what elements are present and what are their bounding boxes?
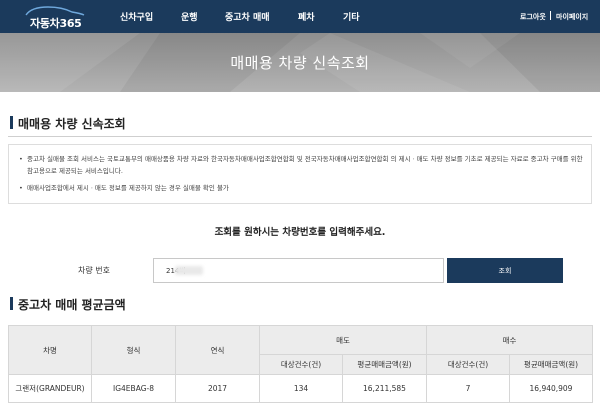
banner-title: 매매용 차량 신속조회 <box>230 54 370 72</box>
cell-year: 2017 <box>175 374 260 403</box>
header-buy: 매수 <box>426 325 593 355</box>
cell-sell-count: 134 <box>259 374 343 403</box>
search-prompt: 조회를 원하시는 차량번호를 입력해주세요. <box>214 227 386 238</box>
logout-link[interactable]: 로그아웃 <box>520 12 546 22</box>
menu-etc[interactable]: 기타 <box>343 10 360 23</box>
bullet-icon: • <box>19 184 23 192</box>
menu-new-car[interactable]: 신차구입 <box>120 10 153 23</box>
cell-buy-count: 7 <box>426 374 510 403</box>
section-title-inquiry: 매매용 차량 신속조회 <box>18 117 126 131</box>
cell-model: 그랜저(GRANDEUR) <box>8 374 92 403</box>
mypage-link[interactable]: 마이페이지 <box>556 12 588 22</box>
notice-item: • 중고차 실매물 조회 서비스는 국토교통부의 매매상품용 차량 자료와 한국… <box>19 155 583 175</box>
plate-number-label: 차량 번호 <box>78 266 110 275</box>
site-logo[interactable]: 자동차365 <box>14 4 96 30</box>
section-divider <box>8 136 592 137</box>
menu-operation[interactable]: 운행 <box>181 10 198 23</box>
header-sell-count: 대상건수(건) <box>259 354 343 375</box>
header-type: 형식 <box>91 325 176 375</box>
logo-text: 자동차365 <box>30 17 82 30</box>
header-year: 연식 <box>175 325 260 375</box>
notice-item: • 매매사업조합에서 제시ㆍ매도 정보를 제공하지 않는 경우 실매물 확인 불… <box>19 184 229 192</box>
search-button[interactable]: 조회 <box>447 258 563 283</box>
notice-box: • 중고차 실매물 조회 서비스는 국토교통부의 매매상품용 차량 자료와 한국… <box>8 144 592 204</box>
header-sell-avg: 평균매매금액(원) <box>342 354 427 375</box>
cell-sell-avg: 16,211,585 <box>342 374 427 403</box>
menu-used-car[interactable]: 중고차 매매 <box>225 10 270 23</box>
redacted-plate-digits <box>175 266 203 275</box>
average-price-table: 차명 형식 연식 매도 매수 대상건수(건) 평균매매금액(원) 대상건수(건)… <box>8 325 593 403</box>
header-buy-avg: 평균매매금액(원) <box>509 354 593 375</box>
bullet-icon: • <box>19 155 23 163</box>
util-divider <box>550 11 551 20</box>
section-title-average-price: 중고차 매매 평균금액 <box>18 298 126 312</box>
section-marker <box>10 116 13 129</box>
menu-scrap[interactable]: 폐차 <box>298 10 315 23</box>
table-row: 그랜저(GRANDEUR) IG4EBAG-8 2017 134 16,211,… <box>8 374 593 403</box>
header-sell: 매도 <box>259 325 427 355</box>
cell-buy-avg: 16,940,909 <box>509 374 593 403</box>
top-navigation: 자동차365 신차구입 운행 중고차 매매 폐차 기타 로그아웃 마이페이지 <box>0 0 600 33</box>
page-banner: 매매용 차량 신속조회 <box>0 33 600 92</box>
cell-type: IG4EBAG-8 <box>91 374 176 403</box>
header-buy-count: 대상건수(건) <box>426 354 510 375</box>
header-model: 차명 <box>8 325 92 375</box>
section-marker <box>10 297 13 310</box>
